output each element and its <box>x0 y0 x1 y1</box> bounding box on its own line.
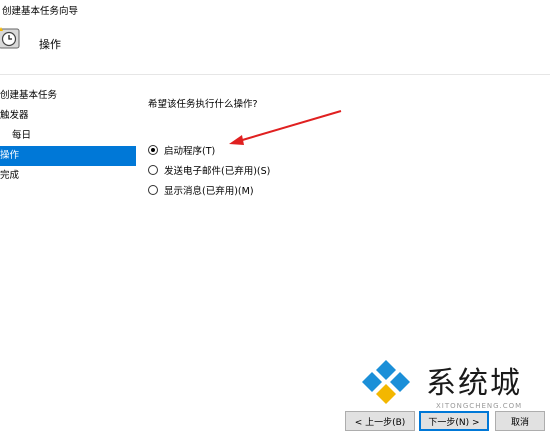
header-divider <box>0 74 550 75</box>
step-finish[interactable]: 完成 <box>0 166 136 186</box>
button-bar: < 上一步(B) 下一步(N) > 取消 <box>0 405 550 433</box>
option-label: 发送电子邮件(已弃用)(S) <box>164 166 271 177</box>
option-label: 显示消息(已弃用)(M) <box>164 186 254 197</box>
step-create-basic-task[interactable]: 创建基本任务 <box>0 86 136 106</box>
title-bar: 创建基本任务向导 <box>0 0 550 18</box>
option-label: 启动程序(T) <box>164 146 216 157</box>
back-button[interactable]: < 上一步(B) <box>345 411 415 431</box>
option-display-message[interactable]: 显示消息(已弃用)(M) <box>148 180 270 200</box>
task-clock-icon <box>0 27 20 49</box>
cancel-button[interactable]: 取消 <box>495 411 545 431</box>
watermark: 系统城 XITONGCHENG.COM <box>356 358 550 410</box>
radio-icon[interactable] <box>148 185 158 195</box>
option-send-email[interactable]: 发送电子邮件(已弃用)(S) <box>148 160 270 180</box>
window-title: 创建基本任务向导 <box>2 6 79 17</box>
wizard-header: 操作 <box>0 22 550 62</box>
page-heading: 操作 <box>39 38 61 51</box>
step-daily[interactable]: 每日 <box>0 126 136 146</box>
radio-icon[interactable] <box>148 145 158 155</box>
step-action[interactable]: 操作 <box>0 146 136 166</box>
radio-icon[interactable] <box>148 165 158 175</box>
watermark-text: 系统城 <box>426 366 522 401</box>
next-button[interactable]: 下一步(N) > <box>419 411 489 431</box>
step-trigger[interactable]: 触发器 <box>0 106 136 126</box>
wizard-steps: 创建基本任务 触发器 每日 操作 完成 <box>0 86 136 186</box>
watermark-logo-icon <box>362 360 410 404</box>
red-arrow-annotation <box>229 110 342 145</box>
action-options: 启动程序(T) 发送电子邮件(已弃用)(S) 显示消息(已弃用)(M) <box>148 140 270 200</box>
